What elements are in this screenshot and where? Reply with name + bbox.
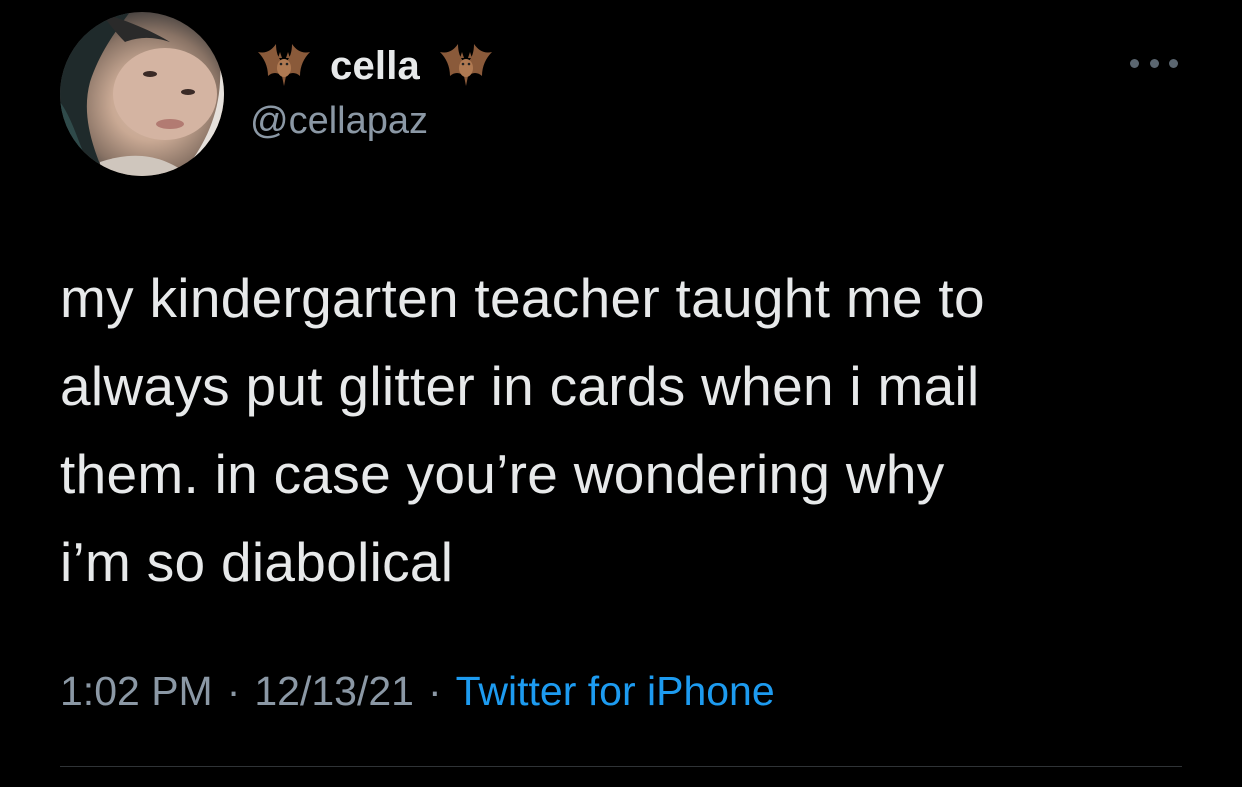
tweet-text-line: i’m so diabolical <box>60 531 454 593</box>
bat-icon <box>438 38 494 94</box>
meta-separator: · <box>427 668 442 714</box>
more-dot <box>1169 58 1178 68</box>
author-name-row[interactable]: cella <box>256 36 494 96</box>
more-dot <box>1130 58 1139 68</box>
more-options-icon[interactable] <box>1130 52 1178 74</box>
author-handle[interactable]: @cellapaz <box>250 100 428 143</box>
tweet-text-line: my kindergarten teacher taught me to <box>60 267 985 329</box>
avatar-image <box>60 12 224 176</box>
more-dot <box>1149 58 1159 68</box>
display-name[interactable]: cella <box>330 44 420 89</box>
tweet-meta: 1:02 PM · 12/13/21 · Twitter for iPhone <box>60 668 775 715</box>
bat-icon <box>256 38 312 94</box>
divider <box>60 766 1182 767</box>
meta-separator: · <box>226 668 241 714</box>
tweet-source-link[interactable]: Twitter for iPhone <box>456 668 775 714</box>
tweet-card: cella @cellapaz my kindergarten teacher … <box>0 0 1242 787</box>
tweet-text-line: them. in case you’re wondering why <box>60 443 945 505</box>
tweet-text-line: always put glitter in cards when i mail <box>60 355 980 417</box>
avatar[interactable] <box>60 12 224 176</box>
tweet-text: my kindergarten teacher taught me to alw… <box>60 254 1200 606</box>
tweet-date[interactable]: 12/13/21 <box>254 668 414 714</box>
tweet-time[interactable]: 1:02 PM <box>60 668 213 714</box>
